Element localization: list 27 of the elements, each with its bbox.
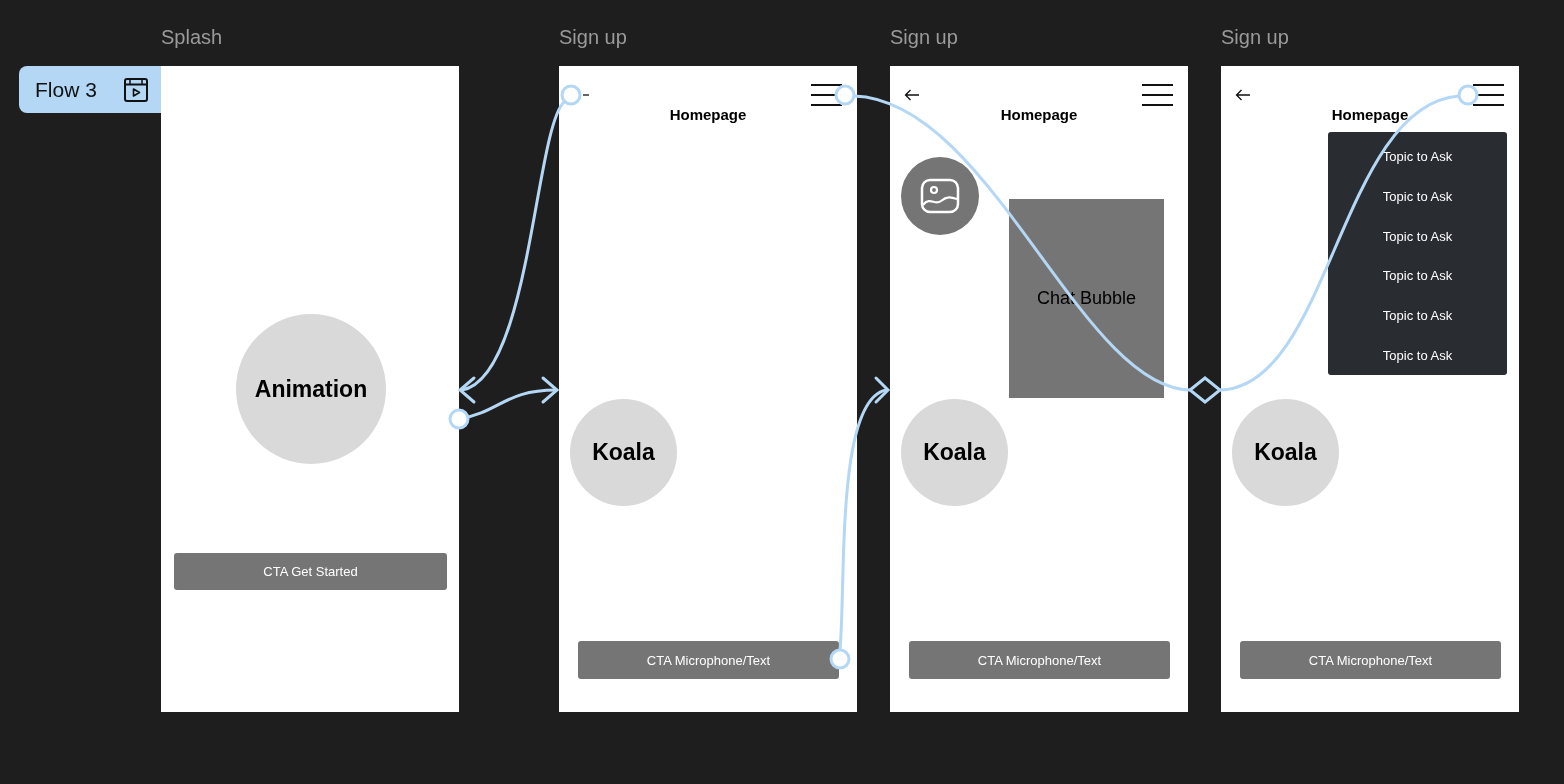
frame-title: Sign up bbox=[1221, 26, 1289, 49]
menu-item[interactable]: Topic to Ask bbox=[1328, 335, 1507, 376]
menu-item[interactable]: Topic to Ask bbox=[1328, 176, 1507, 217]
menu-item[interactable]: Topic to Ask bbox=[1328, 137, 1507, 177]
cta-button[interactable]: CTA Microphone/Text bbox=[909, 641, 1170, 679]
menu-icon[interactable] bbox=[1142, 84, 1173, 106]
image-icon bbox=[920, 178, 960, 214]
menu-icon[interactable] bbox=[1473, 84, 1504, 106]
menu-item[interactable]: Topic to Ask bbox=[1328, 216, 1507, 256]
flow-badge[interactable]: Flow 3 bbox=[19, 66, 161, 113]
menu-item[interactable]: Topic to Ask bbox=[1328, 295, 1507, 336]
cta-button[interactable]: CTA Get Started bbox=[174, 553, 447, 590]
frame-title: Sign up bbox=[890, 26, 958, 49]
page-title: Homepage bbox=[1330, 106, 1410, 123]
cta-button[interactable]: CTA Microphone/Text bbox=[1240, 641, 1501, 679]
placeholder-label: Animation bbox=[254, 375, 368, 403]
menu-item[interactable]: Topic to Ask bbox=[1328, 256, 1507, 296]
frame-title: Splash bbox=[161, 26, 223, 49]
placeholder-label: Koala bbox=[1254, 439, 1317, 466]
frame-title: Sign up bbox=[559, 26, 627, 49]
page-title: Homepage bbox=[999, 106, 1079, 123]
menu-icon[interactable] bbox=[811, 84, 842, 106]
placeholder-label: Koala bbox=[592, 439, 655, 466]
placeholder-label: Koala bbox=[923, 439, 986, 466]
play-window-icon bbox=[123, 76, 149, 103]
cta-button[interactable]: CTA Microphone/Text bbox=[578, 641, 839, 679]
page-title: Homepage bbox=[668, 106, 748, 123]
